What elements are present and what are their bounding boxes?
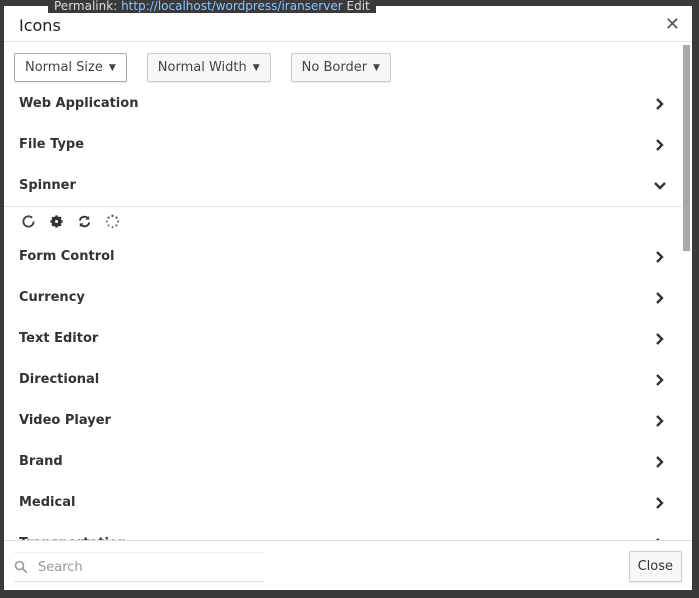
caret-down-icon: ▼ xyxy=(373,62,380,73)
category-label: Form Control xyxy=(19,249,115,264)
chevron-right-icon xyxy=(656,250,664,263)
category-video-player[interactable]: Video Player xyxy=(4,400,682,441)
border-select[interactable]: No Border ▼ xyxy=(290,53,391,82)
search-field xyxy=(14,552,264,582)
category-text-editor[interactable]: Text Editor xyxy=(4,318,682,359)
spinner-icon[interactable] xyxy=(105,214,120,229)
icons-modal: Icons ✕ Normal Size ▼ Normal Width ▼ No Bo… xyxy=(4,6,692,590)
size-select[interactable]: Normal Size ▼ xyxy=(14,53,127,82)
category-label: Brand xyxy=(19,454,63,469)
category-medical[interactable]: Medical xyxy=(4,482,682,523)
category-label: Video Player xyxy=(19,413,111,428)
edit-link[interactable]: Edit xyxy=(347,0,370,13)
border-select-label: No Border xyxy=(301,60,368,75)
chevron-right-icon xyxy=(656,496,664,509)
chevron-right-icon xyxy=(656,373,664,386)
chevron-right-icon xyxy=(656,138,664,151)
category-currency[interactable]: Currency xyxy=(4,277,682,318)
chevron-right-icon xyxy=(656,414,664,427)
category-web-application[interactable]: Web Application xyxy=(4,83,682,124)
category-label: Spinner xyxy=(19,178,76,193)
permalink-label: Permalink: xyxy=(54,0,118,13)
category-label: Directional xyxy=(19,372,100,387)
circle-o-notch-icon[interactable] xyxy=(21,214,36,229)
background-permalink: Permalink: http://localhost/wordpress/ir… xyxy=(48,0,376,13)
close-icon[interactable]: ✕ xyxy=(665,14,680,35)
chevron-down-icon xyxy=(654,181,666,190)
permalink-link[interactable]: http://localhost/wordpress/iranserver xyxy=(121,0,343,13)
close-button[interactable]: Close xyxy=(628,551,682,582)
toolbar: Normal Size ▼ Normal Width ▼ No Border ▼ xyxy=(14,53,391,82)
modal-footer: Close xyxy=(4,540,692,590)
caret-down-icon: ▼ xyxy=(108,62,116,73)
refresh-icon[interactable] xyxy=(77,214,92,229)
cog-icon[interactable] xyxy=(49,214,64,229)
width-select[interactable]: Normal Width ▼ xyxy=(146,53,271,82)
category-transportation[interactable]: Transportation xyxy=(4,523,682,540)
category-file-type[interactable]: File Type xyxy=(4,124,682,165)
category-brand[interactable]: Brand xyxy=(4,441,682,482)
category-label: Text Editor xyxy=(19,331,99,346)
category-list: Web Application File Type Spinner Form Cont… xyxy=(4,83,682,540)
category-label: Medical xyxy=(19,495,76,510)
chevron-right-icon xyxy=(656,291,664,304)
category-label: Web Application xyxy=(19,96,139,111)
chevron-right-icon xyxy=(656,332,664,345)
modal-body: Normal Size ▼ Normal Width ▼ No Border ▼ We… xyxy=(4,43,692,540)
chevron-right-icon xyxy=(656,97,664,110)
size-select-label: Normal Size xyxy=(25,60,103,75)
search-icon xyxy=(14,560,28,574)
spinner-icons xyxy=(4,207,682,236)
category-form-control[interactable]: Form Control xyxy=(4,236,682,277)
category-directional[interactable]: Directional xyxy=(4,359,682,400)
caret-down-icon: ▼ xyxy=(252,62,260,73)
modal-title: Icons xyxy=(19,16,61,35)
search-input[interactable] xyxy=(28,559,248,575)
category-label: File Type xyxy=(19,137,85,152)
scrollbar[interactable] xyxy=(683,45,690,251)
category-label: Currency xyxy=(19,290,85,305)
category-spinner[interactable]: Spinner xyxy=(4,165,682,206)
width-select-label: Normal Width xyxy=(157,60,247,75)
chevron-right-icon xyxy=(656,455,664,468)
